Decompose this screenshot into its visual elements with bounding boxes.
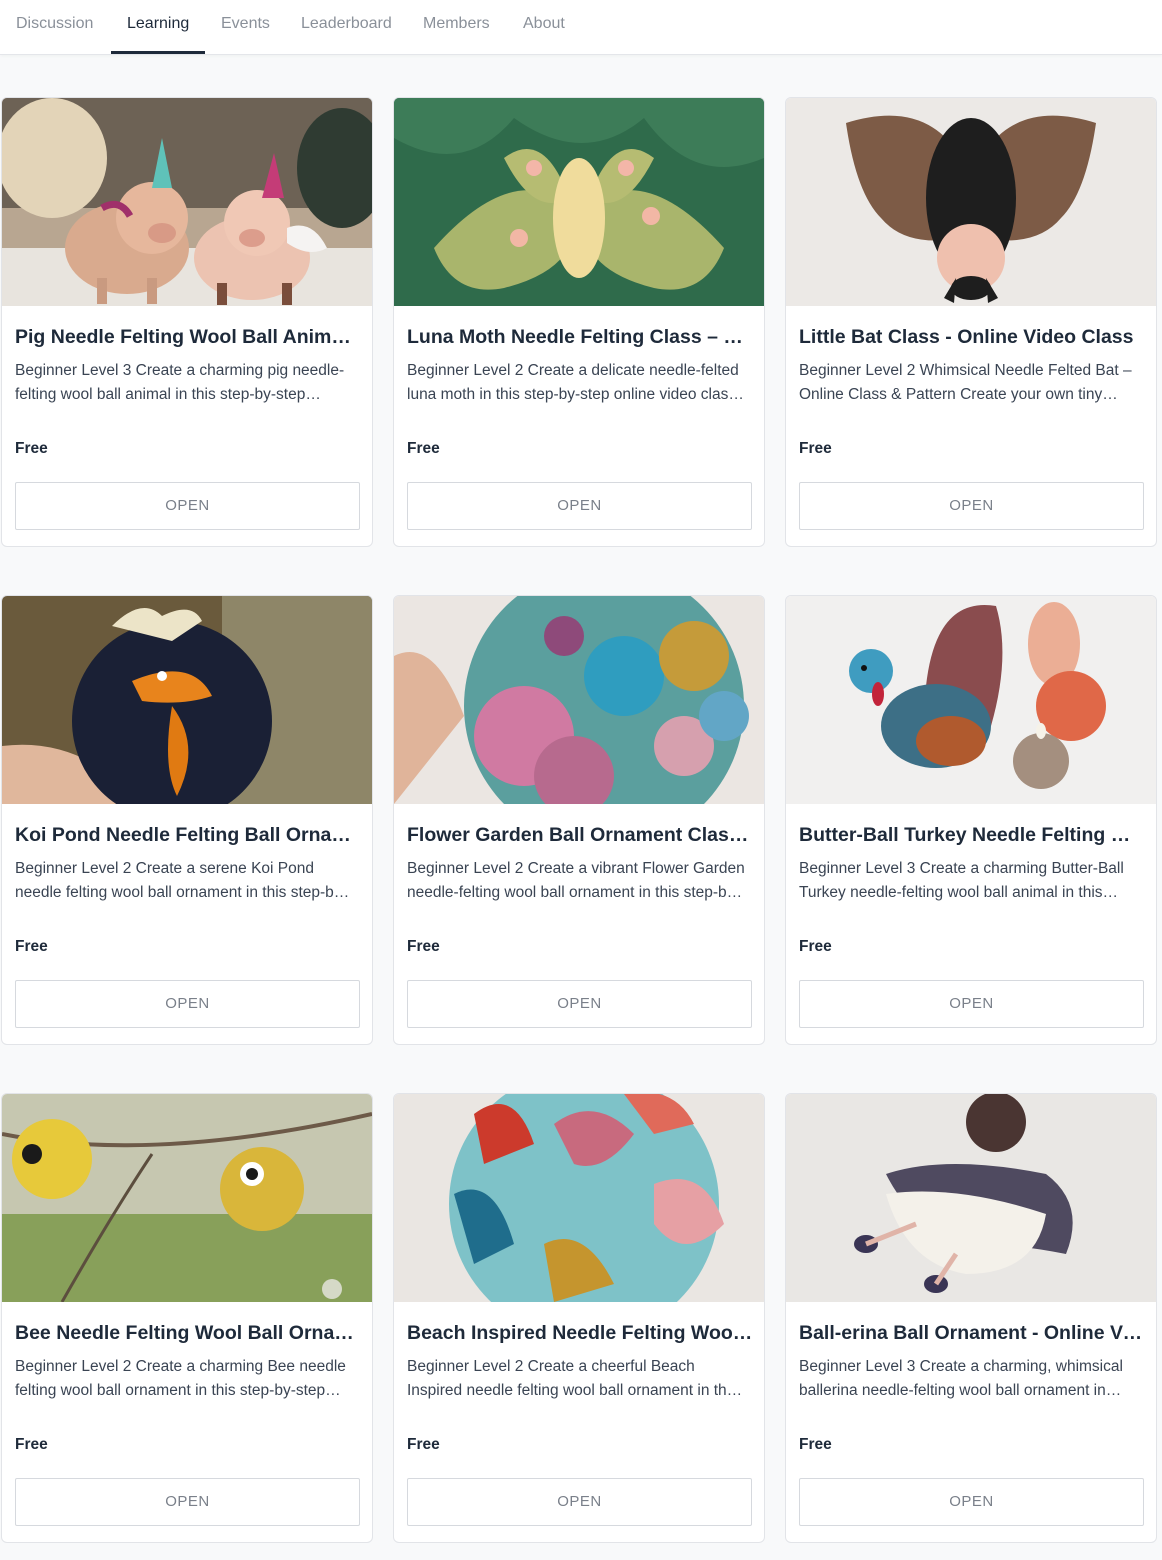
course-description: Beginner Level 3 Create a charming, whim… [799, 1358, 1123, 1399]
open-course-button[interactable]: OPEN [799, 980, 1144, 1028]
course-description: Beginner Level 2 Whimsical Needle Felted… [799, 362, 1132, 403]
course-description: Beginner Level 2 Create a charming Bee n… [15, 1358, 346, 1399]
course-title[interactable]: Bee Needle Felting Wool Ball Ornam... [15, 1321, 361, 1345]
open-course-button[interactable]: OPEN [407, 482, 752, 530]
course-title[interactable]: Flower Garden Ball Ornament Class ... [407, 823, 753, 847]
koi-ball-image [2, 596, 372, 804]
course-title[interactable]: Butter-Ball Turkey Needle Felting Wo... [799, 823, 1145, 847]
course-title[interactable]: Pig Needle Felting Wool Ball Animal ... [15, 325, 361, 349]
flower-ball-image [394, 596, 764, 804]
tab-events[interactable]: Events [221, 0, 270, 55]
course-title[interactable]: Beach Inspired Needle Felting Wool ... [407, 1321, 753, 1345]
course-description: Beginner Level 3 Create a charming Butte… [799, 860, 1124, 901]
course-description: Beginner Level 2 Create a vibrant Flower… [407, 860, 745, 901]
open-course-button[interactable]: OPEN [15, 1478, 360, 1526]
open-course-button[interactable]: OPEN [15, 482, 360, 530]
course-description: Beginner Level 3 Create a charming pig n… [15, 362, 345, 403]
open-course-button[interactable]: OPEN [15, 980, 360, 1028]
course-description: Beginner Level 2 Create a cheerful Beach… [407, 1358, 743, 1399]
open-course-button[interactable]: OPEN [799, 1478, 1144, 1526]
beach-ball-image [394, 1094, 764, 1302]
tab-learning[interactable]: Learning [127, 0, 189, 55]
course-price: Free [15, 938, 48, 955]
turkey-image [786, 596, 1156, 804]
course-price: Free [407, 440, 440, 457]
course-card[interactable]: Beach Inspired Needle Felting Wool ... B… [393, 1093, 765, 1543]
course-thumbnail[interactable] [786, 1094, 1156, 1302]
course-description: Beginner Level 2 Create a serene Koi Pon… [15, 860, 350, 901]
bee-image [2, 1094, 372, 1302]
tab-leaderboard[interactable]: Leaderboard [301, 0, 392, 55]
luna-moth-image [394, 98, 764, 306]
course-price: Free [799, 938, 832, 955]
bat-image [786, 98, 1156, 306]
course-card[interactable]: Bee Needle Felting Wool Ball Ornam... Be… [1, 1093, 373, 1543]
open-course-button[interactable]: OPEN [407, 1478, 752, 1526]
course-card[interactable]: Koi Pond Needle Felting Ball Orname... B… [1, 595, 373, 1045]
open-course-button[interactable]: OPEN [799, 482, 1144, 530]
open-course-button[interactable]: OPEN [407, 980, 752, 1028]
course-price: Free [407, 938, 440, 955]
course-title[interactable]: Little Bat Class - Online Video Class [799, 325, 1145, 349]
course-title[interactable]: Ball-erina Ball Ornament - Online Vid... [799, 1321, 1145, 1345]
active-tab-indicator [111, 51, 205, 54]
course-thumbnail[interactable] [394, 1094, 764, 1302]
course-price: Free [407, 1436, 440, 1453]
course-price: Free [799, 1436, 832, 1453]
tab-discussion[interactable]: Discussion [16, 0, 93, 55]
course-card[interactable]: Flower Garden Ball Ornament Class ... Be… [393, 595, 765, 1045]
ballerina-image [786, 1094, 1156, 1302]
course-card[interactable]: Pig Needle Felting Wool Ball Animal ... … [1, 97, 373, 547]
course-title[interactable]: Luna Moth Needle Felting Class – W... [407, 325, 753, 349]
course-price: Free [799, 440, 832, 457]
course-thumbnail[interactable] [786, 596, 1156, 804]
course-card[interactable]: Little Bat Class - Online Video Class Be… [785, 97, 1157, 547]
tab-members[interactable]: Members [423, 0, 490, 55]
course-description: Beginner Level 2 Create a delicate needl… [407, 362, 744, 403]
course-thumbnail[interactable] [394, 98, 764, 306]
course-price: Free [15, 1436, 48, 1453]
course-card[interactable]: Butter-Ball Turkey Needle Felting Wo... … [785, 595, 1157, 1045]
course-card[interactable]: Ball-erina Ball Ornament - Online Vid...… [785, 1093, 1157, 1543]
course-thumbnail[interactable] [394, 596, 764, 804]
pig-image [2, 98, 372, 306]
course-thumbnail[interactable] [2, 1094, 372, 1302]
tab-about[interactable]: About [523, 0, 565, 55]
course-thumbnail[interactable] [2, 596, 372, 804]
course-price: Free [15, 440, 48, 457]
course-thumbnail[interactable] [786, 98, 1156, 306]
course-thumbnail[interactable] [2, 98, 372, 306]
course-card[interactable]: Luna Moth Needle Felting Class – W... Be… [393, 97, 765, 547]
top-navigation: Discussion Learning Events Leaderboard M… [0, 0, 1162, 55]
course-title[interactable]: Koi Pond Needle Felting Ball Orname... [15, 823, 361, 847]
